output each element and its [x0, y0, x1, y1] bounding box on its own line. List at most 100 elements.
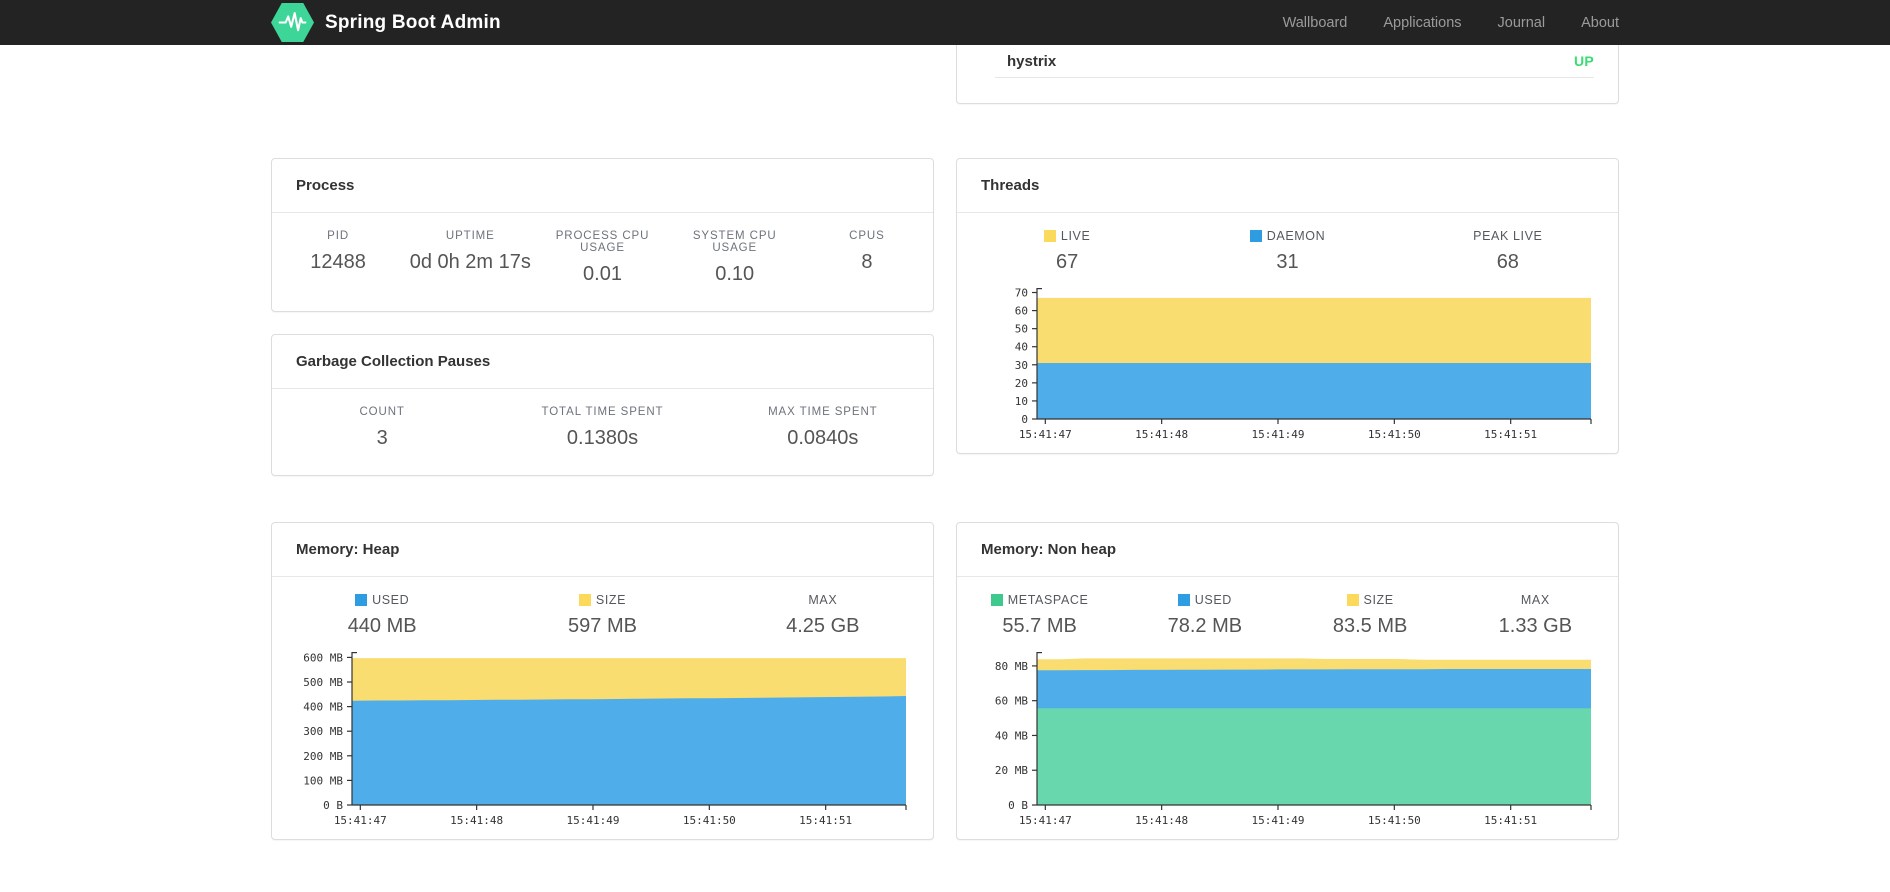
used-swatch-icon	[355, 594, 368, 606]
size-swatch-icon	[1346, 594, 1359, 606]
legend-label-row: PEAK LIVE	[1398, 229, 1618, 243]
legend-value: 67	[1056, 251, 1079, 273]
legend-label-row: USED	[272, 593, 492, 607]
chart-svg: 0 10 20 30 40 50 60 70 15:41:47 15:41:48 15:41:49 1…	[1015, 287, 1592, 441]
memory-nonheap-legend: METASPACE 55.7 MB USED 78.2 MB SIZE 83.5…	[957, 577, 1618, 638]
memory-heap-card-title: Memory: Heap	[272, 523, 933, 577]
legend-item-peak-live: PEAK LIVE 68	[1398, 229, 1618, 274]
legend-label: LIVE	[1060, 229, 1091, 243]
svg-text:15:41:51: 15:41:51	[799, 814, 852, 827]
svg-text:40: 40	[1015, 341, 1028, 354]
process-card: Process PID 12488 UPTIME 0d 0h 2m 17s PR…	[271, 158, 934, 312]
svg-text:20 MB: 20 MB	[995, 764, 1028, 777]
svg-text:100 MB: 100 MB	[303, 774, 343, 787]
svg-text:80 MB: 80 MB	[995, 660, 1028, 673]
legend-item-daemon: DAEMON 31	[1177, 229, 1397, 274]
legend-label-row: LIVE	[957, 229, 1177, 243]
legend-value: 31	[1276, 251, 1299, 273]
legend-value: 55.7 MB	[1002, 615, 1077, 637]
status-up-badge: UP	[1573, 53, 1594, 69]
threads-card-title: Threads	[957, 159, 1618, 213]
nav-links: Wallboard Applications Journal About	[1283, 15, 1619, 31]
svg-text:15:41:50: 15:41:50	[683, 814, 736, 827]
stat-gc-max-time: MAX TIME SPENT 0.0840s	[713, 406, 933, 450]
stat-value: 3	[376, 427, 388, 449]
brand-link[interactable]: Spring Boot Admin	[271, 3, 501, 42]
memory-heap-card: Memory: Heap USED 440 MB SIZE 597 MB MAX…	[271, 522, 934, 840]
chart-svg: 0 B 20 MB 40 MB 60 MB 80 MB 15:41:47 15:41:48 1…	[995, 651, 1592, 827]
brand-title: Spring Boot Admin	[325, 11, 501, 33]
legend-label-row: MAX	[1453, 593, 1618, 607]
svg-text:60: 60	[1015, 305, 1028, 318]
chart-svg: 0 B 100 MB 200 MB 300 MB 400 MB 500 MB 600 MB 1…	[303, 651, 907, 827]
nav-item-wallboard[interactable]: Wallboard	[1283, 15, 1348, 31]
svg-text:600 MB: 600 MB	[303, 651, 343, 664]
svg-text:60 MB: 60 MB	[995, 695, 1028, 708]
stat-value: 0.0840s	[787, 427, 859, 449]
svg-text:15:41:49: 15:41:49	[1251, 814, 1304, 827]
svg-text:500 MB: 500 MB	[303, 676, 343, 689]
svg-text:20: 20	[1015, 377, 1028, 390]
svg-text:15:41:51: 15:41:51	[1484, 814, 1537, 827]
legend-label: METASPACE	[1007, 593, 1089, 607]
legend-label-row: DAEMON	[1177, 229, 1397, 243]
stat-value: 0.1380s	[566, 427, 639, 449]
svg-text:200 MB: 200 MB	[303, 750, 343, 763]
process-card-title: Process	[272, 159, 933, 213]
application-status-card: hystrix UP	[956, 45, 1619, 104]
legend-value: 4.25 GB	[786, 615, 860, 637]
application-name-link[interactable]: hystrix	[1007, 53, 1056, 70]
legend-label: DAEMON	[1266, 229, 1326, 243]
memory-heap-chart: 0 B 100 MB 200 MB 300 MB 400 MB 500 MB 600 MB 1…	[272, 646, 933, 839]
svg-text:15:41:49: 15:41:49	[566, 814, 619, 827]
legend-label-row: USED	[1122, 593, 1287, 607]
gc-card-title: Garbage Collection Pauses	[272, 335, 933, 389]
legend-value: 440 MB	[347, 615, 417, 637]
memory-nonheap-column: Memory: Non heap METASPACE 55.7 MB USED …	[956, 522, 1619, 840]
svg-text:0 B: 0 B	[323, 799, 343, 812]
gc-card: Garbage Collection Pauses COUNT 3 TOTAL …	[271, 334, 934, 476]
stat-uptime: UPTIME 0d 0h 2m 17s	[404, 230, 536, 286]
stat-value: 0.01	[583, 263, 622, 285]
svg-text:400 MB: 400 MB	[303, 701, 343, 714]
stat-system-cpu: SYSTEM CPU USAGE 0.10	[669, 230, 801, 286]
svg-text:15:41:47: 15:41:47	[1019, 428, 1072, 441]
memory-nonheap-card-title: Memory: Non heap	[957, 523, 1618, 577]
legend-item-used: USED 440 MB	[272, 593, 492, 638]
stat-cpus: CPUS 8	[801, 230, 933, 286]
legend-label-row: SIZE	[1288, 593, 1453, 607]
empty-column	[271, 45, 934, 104]
stat-label: MAX TIME SPENT	[768, 406, 878, 418]
stat-value: 8	[861, 251, 873, 273]
threads-card: Threads LIVE 67 DAEMON 31 PEAK LIVE 68 0…	[956, 158, 1619, 454]
svg-text:70: 70	[1015, 287, 1028, 300]
legend-label: USED	[372, 593, 410, 607]
stat-value: 0d 0h 2m 17s	[409, 251, 531, 273]
svg-text:15:41:50: 15:41:50	[1368, 814, 1421, 827]
svg-text:15:41:47: 15:41:47	[334, 814, 387, 827]
stat-label: COUNT	[359, 406, 405, 418]
stat-label: CPUS	[849, 230, 885, 242]
used-swatch-icon	[1177, 594, 1190, 606]
memory-heap-legend: USED 440 MB SIZE 597 MB MAX 4.25 GB	[272, 577, 933, 638]
size-swatch-icon	[578, 594, 591, 606]
row-process-threads: Process PID 12488 UPTIME 0d 0h 2m 17s PR…	[271, 158, 1619, 476]
legend-label: USED	[1194, 593, 1232, 607]
svg-text:15:41:47: 15:41:47	[1019, 814, 1072, 827]
main-content: hystrix UP Process PID 12488 UPTIME 0d 0…	[271, 45, 1619, 840]
navbar: Spring Boot Admin Wallboard Applications…	[0, 0, 1890, 45]
memory-nonheap-card: Memory: Non heap METASPACE 55.7 MB USED …	[956, 522, 1619, 840]
nav-item-about[interactable]: About	[1581, 15, 1619, 31]
svg-text:15:41:50: 15:41:50	[1368, 428, 1421, 441]
nav-item-journal[interactable]: Journal	[1498, 15, 1546, 31]
application-column: hystrix UP	[956, 45, 1619, 104]
svg-text:40 MB: 40 MB	[995, 729, 1028, 742]
legend-label: SIZE	[1363, 593, 1394, 607]
stat-process-cpu: PROCESS CPU USAGE 0.01	[536, 230, 668, 286]
threads-chart: 0 10 20 30 40 50 60 70 15:41:47 15:41:48 15:41:49 1…	[957, 282, 1618, 453]
svg-text:0: 0	[1021, 413, 1028, 426]
stat-value: 0.10	[715, 263, 755, 285]
nav-item-applications[interactable]: Applications	[1383, 15, 1461, 31]
legend-label: PEAK LIVE	[1473, 229, 1543, 243]
legend-label: MAX	[808, 593, 838, 607]
